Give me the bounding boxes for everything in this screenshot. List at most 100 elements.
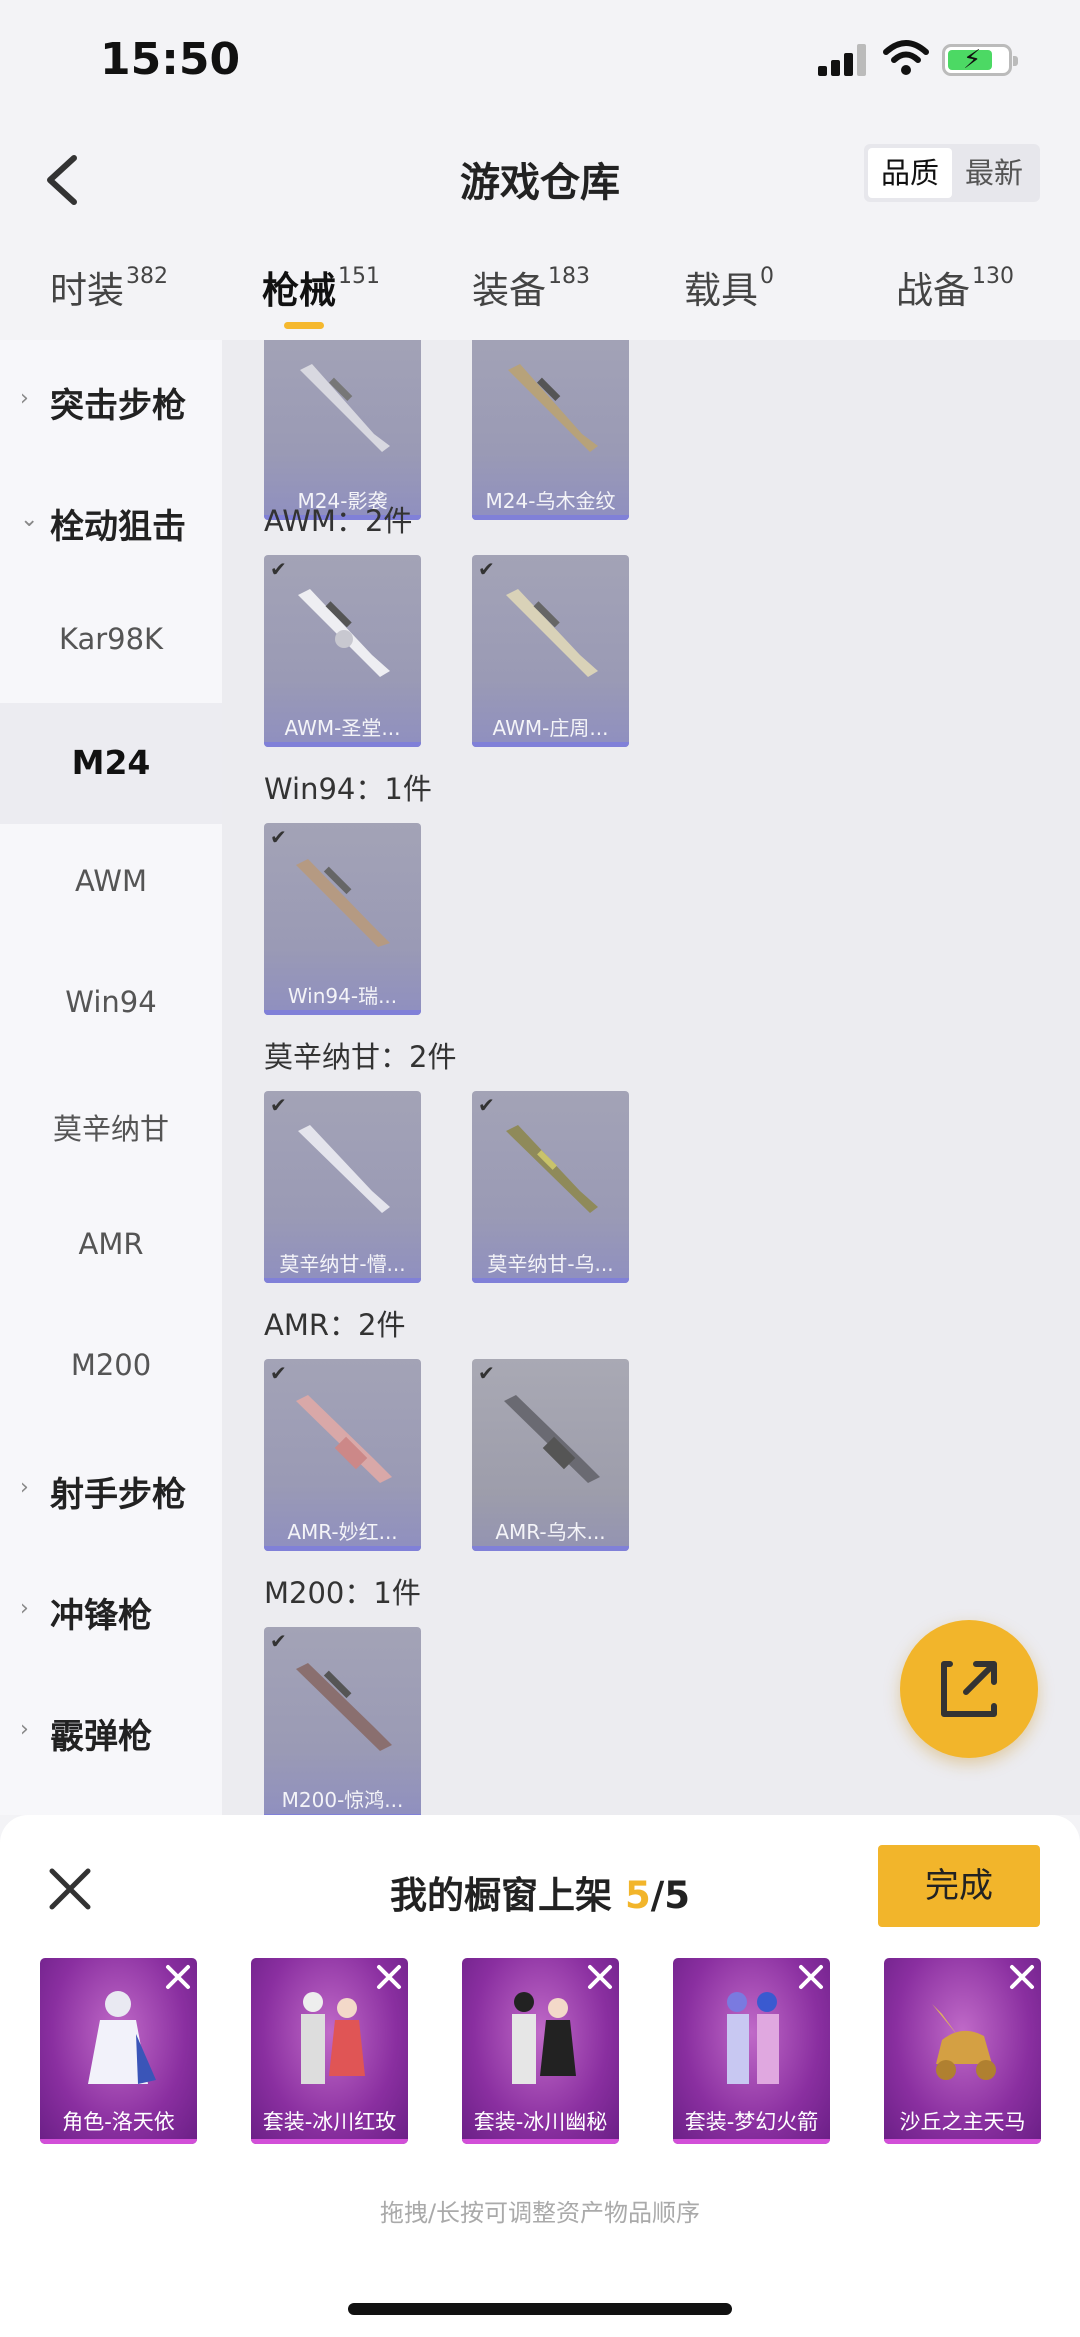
- check-icon: ✔: [270, 825, 287, 849]
- tab-count: 0: [760, 264, 774, 289]
- sort-toggle: 品质 最新: [864, 144, 1040, 202]
- battery-icon: ⚡: [942, 44, 1018, 76]
- remove-icon[interactable]: [581, 1958, 619, 1996]
- home-indicator[interactable]: [348, 2303, 732, 2315]
- showcase-item-name: 套装-冰川幽秘: [473, 2110, 608, 2134]
- tab-vehicles[interactable]: 载具0: [684, 260, 774, 330]
- wifi-icon: [883, 40, 929, 75]
- header: 游戏仓库 品质 最新: [0, 120, 1080, 230]
- sidebar-item-label: 霰弹枪: [50, 1717, 152, 1757]
- rifle-icon: [506, 589, 598, 677]
- showcase-item-name: 套装-梦幻火箭: [684, 2110, 819, 2134]
- rarity-bar: [264, 1010, 421, 1015]
- sidebar-item-label: Win94: [65, 985, 157, 1019]
- section-title: M200：1件: [264, 1576, 421, 1610]
- sidebar-item-mosin-nagant[interactable]: 莫辛纳甘: [0, 1066, 222, 1187]
- tab-firearms[interactable]: 枪械151: [262, 260, 380, 330]
- sidebar-item-kar98k[interactable]: Kar98K: [0, 582, 222, 703]
- sidebar-item-label: 莫辛纳甘: [52, 1112, 169, 1146]
- rarity-bar: [264, 1278, 421, 1283]
- rifle-icon: [296, 1663, 392, 1751]
- item-name: AWM-庄周...: [492, 716, 609, 740]
- sidebar-item-marksman-rifles[interactable]: › 射手步枪: [0, 1429, 222, 1550]
- rifle-icon: [296, 1395, 392, 1483]
- item-name: M200-惊鸿...: [281, 1788, 404, 1812]
- rifle-icon: [298, 589, 390, 677]
- showcase-item[interactable]: 套装-冰川幽秘: [462, 1958, 619, 2144]
- cellular-signal-icon: [818, 44, 868, 76]
- tab-combat-gear[interactable]: 战备130: [896, 260, 1014, 330]
- status-time: 15:50: [100, 34, 241, 85]
- tab-fashion[interactable]: 时装382: [50, 260, 168, 330]
- sidebar-item-win94[interactable]: Win94: [0, 945, 222, 1066]
- showcase-panel: 我的橱窗上架 5/5 完成 角色-洛天依 套装-冰川红玫 套装-冰川幽秘 套装-…: [0, 1815, 1080, 2337]
- sidebar-item-assault-rifles[interactable]: › 突击步枪: [0, 340, 222, 461]
- check-icon: ✔: [270, 1093, 287, 1117]
- rarity-bar: [673, 2139, 830, 2144]
- tab-label: 枪械: [262, 269, 336, 312]
- rarity-bar: [472, 515, 629, 520]
- chevron-right-icon: ›: [20, 1596, 29, 1621]
- showcase-item[interactable]: 套装-冰川红玫: [251, 1958, 408, 2144]
- item-card[interactable]: ✔ M200-惊鸿...: [264, 1627, 421, 1815]
- item-card[interactable]: ✔ AMR-乌木...: [472, 1359, 629, 1551]
- remove-icon[interactable]: [370, 1958, 408, 1996]
- status-bar: 15:50 ⚡: [0, 0, 1080, 120]
- showcase-item[interactable]: 沙丘之主天马: [884, 1958, 1041, 2144]
- sidebar-item-amr[interactable]: AMR: [0, 1187, 222, 1308]
- tab-label: 载具: [684, 269, 758, 312]
- item-card[interactable]: ✔ AWM-圣堂...: [264, 555, 421, 747]
- section-title: AWM：2件: [264, 504, 413, 538]
- remove-icon[interactable]: [792, 1958, 830, 1996]
- share-button[interactable]: [900, 1620, 1038, 1758]
- item-card[interactable]: ✔ AMR-妙红...: [264, 1359, 421, 1551]
- rarity-bar: [472, 742, 629, 747]
- tab-label: 时装: [50, 269, 124, 312]
- showcase-item[interactable]: 角色-洛天依: [40, 1958, 197, 2144]
- item-card[interactable]: ✔ 莫辛纳甘-乌...: [472, 1091, 629, 1283]
- item-name: AWM-圣堂...: [284, 716, 401, 740]
- chevron-right-icon: ›: [20, 1475, 29, 1500]
- tab-count: 382: [126, 264, 168, 289]
- back-arrow-icon[interactable]: [38, 150, 88, 210]
- done-button[interactable]: 完成: [878, 1845, 1040, 1927]
- item-card[interactable]: ✔ 莫辛纳甘-懵...: [264, 1091, 421, 1283]
- chevron-down-icon: ⌄: [20, 507, 39, 532]
- showcase-item[interactable]: 套装-梦幻火箭: [673, 1958, 830, 2144]
- rarity-bar: [462, 2139, 619, 2144]
- rarity-bar: [472, 1546, 629, 1551]
- outfit-figure-icon: [512, 1992, 576, 2084]
- item-card[interactable]: ✔ Win94-瑞...: [264, 823, 421, 1015]
- sidebar-item-m200[interactable]: M200: [0, 1308, 222, 1429]
- check-icon: ✔: [478, 1093, 495, 1117]
- remove-icon[interactable]: [159, 1958, 197, 1996]
- tab-equipment[interactable]: 装备183: [472, 260, 590, 330]
- sidebar-item-bolt-action-snipers[interactable]: ⌄ 栓动狙击: [0, 461, 222, 582]
- remove-icon[interactable]: [1003, 1958, 1041, 1996]
- item-name: AMR-妙红...: [287, 1520, 398, 1544]
- showcase-count: 5: [624, 1874, 651, 1917]
- sidebar-item-smgs[interactable]: › 冲锋枪: [0, 1550, 222, 1671]
- sort-quality-button[interactable]: 品质: [868, 148, 952, 198]
- reorder-hint: 拖拽/长按可调整资产物品顺序: [379, 2199, 701, 2227]
- outfit-figure-icon: [301, 1992, 365, 2084]
- outfit-figure-icon: [727, 1992, 779, 2084]
- rifle-icon: [298, 1125, 390, 1213]
- item-card[interactable]: M24-影袭: [264, 340, 421, 520]
- item-card[interactable]: M24-乌木金纹: [472, 340, 629, 520]
- sidebar-item-m24[interactable]: M24: [0, 703, 222, 824]
- close-icon[interactable]: [46, 1865, 94, 1913]
- sidebar-item-shotguns[interactable]: › 霰弹枪: [0, 1671, 222, 1792]
- rifle-icon: [296, 859, 390, 947]
- rarity-bar: [884, 2139, 1041, 2144]
- section-title: AMR：2件: [264, 1308, 406, 1342]
- tab-count: 151: [338, 264, 380, 289]
- character-figure-icon: [88, 1991, 156, 2084]
- section-title: 莫辛纳甘：2件: [264, 1040, 457, 1074]
- item-card[interactable]: ✔ AWM-庄周...: [472, 555, 629, 747]
- sidebar-item-label: 突击步枪: [50, 386, 186, 426]
- sidebar-item-awm[interactable]: AWM: [0, 824, 222, 945]
- item-name: AMR-乌木...: [495, 1520, 606, 1544]
- share-icon: [941, 1661, 997, 1717]
- sort-newest-button[interactable]: 最新: [952, 148, 1036, 198]
